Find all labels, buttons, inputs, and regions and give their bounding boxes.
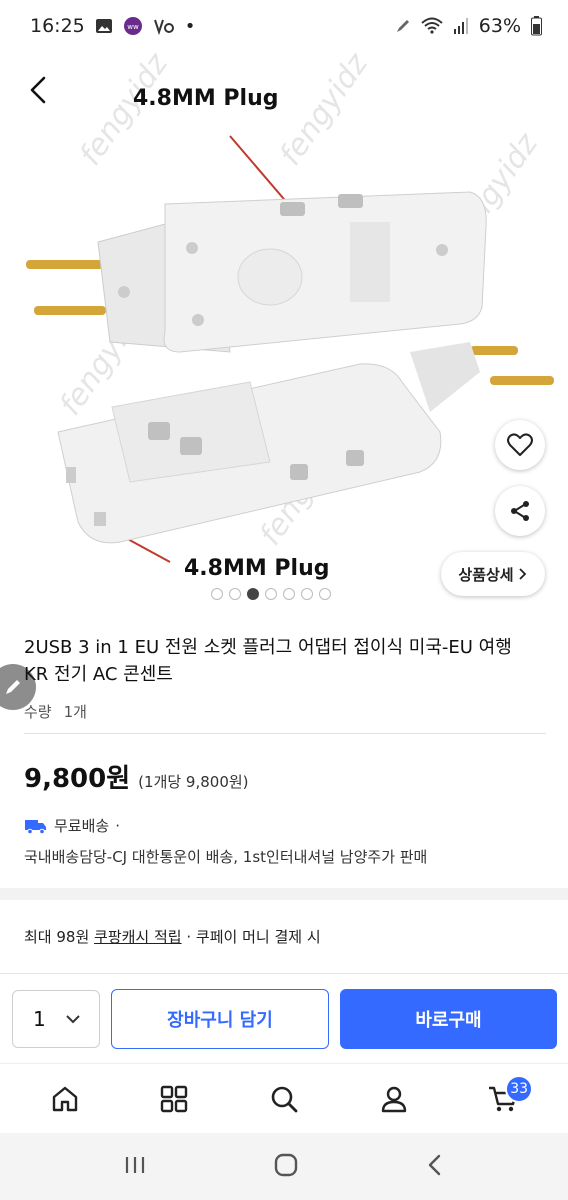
quantity-row: 수량 1개 bbox=[24, 701, 87, 722]
quantity-value: 1개 bbox=[63, 703, 87, 721]
nav-search[interactable] bbox=[254, 1069, 314, 1129]
quantity-label: 수량 bbox=[24, 703, 52, 721]
battery-icon bbox=[531, 16, 542, 36]
app-notification-icon: ww bbox=[123, 16, 143, 36]
back-button[interactable] bbox=[18, 68, 58, 112]
carousel-dot bbox=[319, 588, 331, 600]
carousel-dot bbox=[283, 588, 295, 600]
separator: · bbox=[115, 816, 120, 835]
nav-cart[interactable]: 33 bbox=[473, 1069, 534, 1129]
bottom-navigation: 33 bbox=[0, 1063, 568, 1133]
recent-apps-button[interactable] bbox=[123, 1154, 147, 1180]
cash-prefix: 최대 98원 bbox=[24, 928, 95, 946]
carousel-dot bbox=[265, 588, 277, 600]
wishlist-button[interactable] bbox=[495, 420, 545, 470]
quantity-select[interactable]: 1 bbox=[12, 990, 100, 1048]
product-image-carousel[interactable]: fengyidz fengyidz fengyidz fengyidz feng… bbox=[0, 52, 568, 612]
gallery-icon bbox=[95, 17, 113, 35]
more-notifications-dot: • bbox=[184, 15, 196, 37]
carousel-dot-active bbox=[247, 588, 259, 600]
add-to-cart-button[interactable]: 장바구니 담기 bbox=[111, 989, 329, 1049]
price: 9,800원 bbox=[24, 764, 131, 794]
status-bar: 16:25 ww • 63% bbox=[0, 0, 568, 52]
carousel-indicator bbox=[211, 588, 331, 600]
carousel-dot bbox=[211, 588, 223, 600]
cash-reward-row: 최대 98원 쿠팡캐시 적립 · 쿠페이 머니 결제 시 bbox=[24, 926, 321, 947]
home-icon bbox=[52, 1086, 77, 1111]
wifi-calling-icon bbox=[153, 17, 175, 35]
heart-icon bbox=[507, 433, 533, 456]
system-back-button[interactable] bbox=[425, 1153, 445, 1181]
product-detail-label: 상품상세 bbox=[458, 565, 514, 584]
product-title: 2USB 3 in 1 EU 전원 소켓 플러그 어댑터 접이식 미국-EU 여… bbox=[24, 637, 512, 685]
share-button[interactable] bbox=[495, 486, 545, 536]
recent-apps-icon bbox=[125, 1156, 145, 1173]
chevron-right-icon bbox=[518, 568, 526, 580]
pencil-icon bbox=[6, 680, 20, 694]
category-grid-icon bbox=[161, 1085, 188, 1112]
shipping-row: 무료배송 · bbox=[24, 815, 120, 836]
buy-now-button[interactable]: 바로구매 bbox=[340, 989, 557, 1049]
back-arrow-icon bbox=[428, 1154, 441, 1175]
search-icon bbox=[271, 1086, 298, 1112]
home-circle-icon bbox=[274, 1153, 298, 1176]
chevron-left-icon bbox=[30, 76, 46, 104]
plug-label-bottom: 4.8MM Plug bbox=[184, 556, 330, 581]
pen-icon bbox=[395, 18, 411, 34]
nav-my-account[interactable] bbox=[364, 1069, 424, 1129]
divider bbox=[24, 733, 546, 734]
carousel-dot bbox=[229, 588, 241, 600]
nav-home[interactable] bbox=[35, 1069, 95, 1129]
coupang-cash-link[interactable]: 쿠팡캐시 적립 bbox=[94, 928, 182, 946]
shipping-note: 국내배송담당-CJ 대한통운이 배송, 1st인터내셔널 남양주가 판매 bbox=[24, 848, 428, 866]
chevron-down-icon bbox=[66, 1015, 80, 1024]
share-icon bbox=[511, 501, 529, 521]
wifi-icon bbox=[421, 17, 443, 35]
system-navigation-bar bbox=[0, 1133, 568, 1200]
battery-percent: 63% bbox=[478, 15, 521, 37]
product-photo bbox=[26, 135, 554, 563]
quantity-select-value: 1 bbox=[33, 1007, 46, 1031]
home-system-button[interactable] bbox=[273, 1152, 299, 1182]
carousel-dot bbox=[301, 588, 313, 600]
price-row: 9,800원 (1개당 9,800원) bbox=[24, 758, 249, 795]
signal-icon bbox=[453, 17, 469, 35]
section-gap bbox=[0, 888, 568, 900]
product-detail-button[interactable]: 상품상세 bbox=[441, 552, 545, 596]
svg-text:ww: ww bbox=[127, 23, 139, 31]
user-icon bbox=[381, 1086, 406, 1112]
purchase-bar: 1 장바구니 담기 바로구매 bbox=[0, 973, 568, 1063]
cart-count-badge: 33 bbox=[505, 1074, 534, 1103]
nav-categories[interactable] bbox=[144, 1069, 204, 1129]
free-shipping-label: 무료배송 bbox=[54, 817, 110, 835]
truck-icon bbox=[25, 819, 46, 834]
status-time: 16:25 bbox=[30, 15, 85, 37]
unit-price: (1개당 9,800원) bbox=[138, 773, 249, 791]
plug-label-top: 4.8MM Plug bbox=[133, 86, 279, 111]
cash-suffix: · 쿠페이 머니 결제 시 bbox=[181, 928, 321, 946]
